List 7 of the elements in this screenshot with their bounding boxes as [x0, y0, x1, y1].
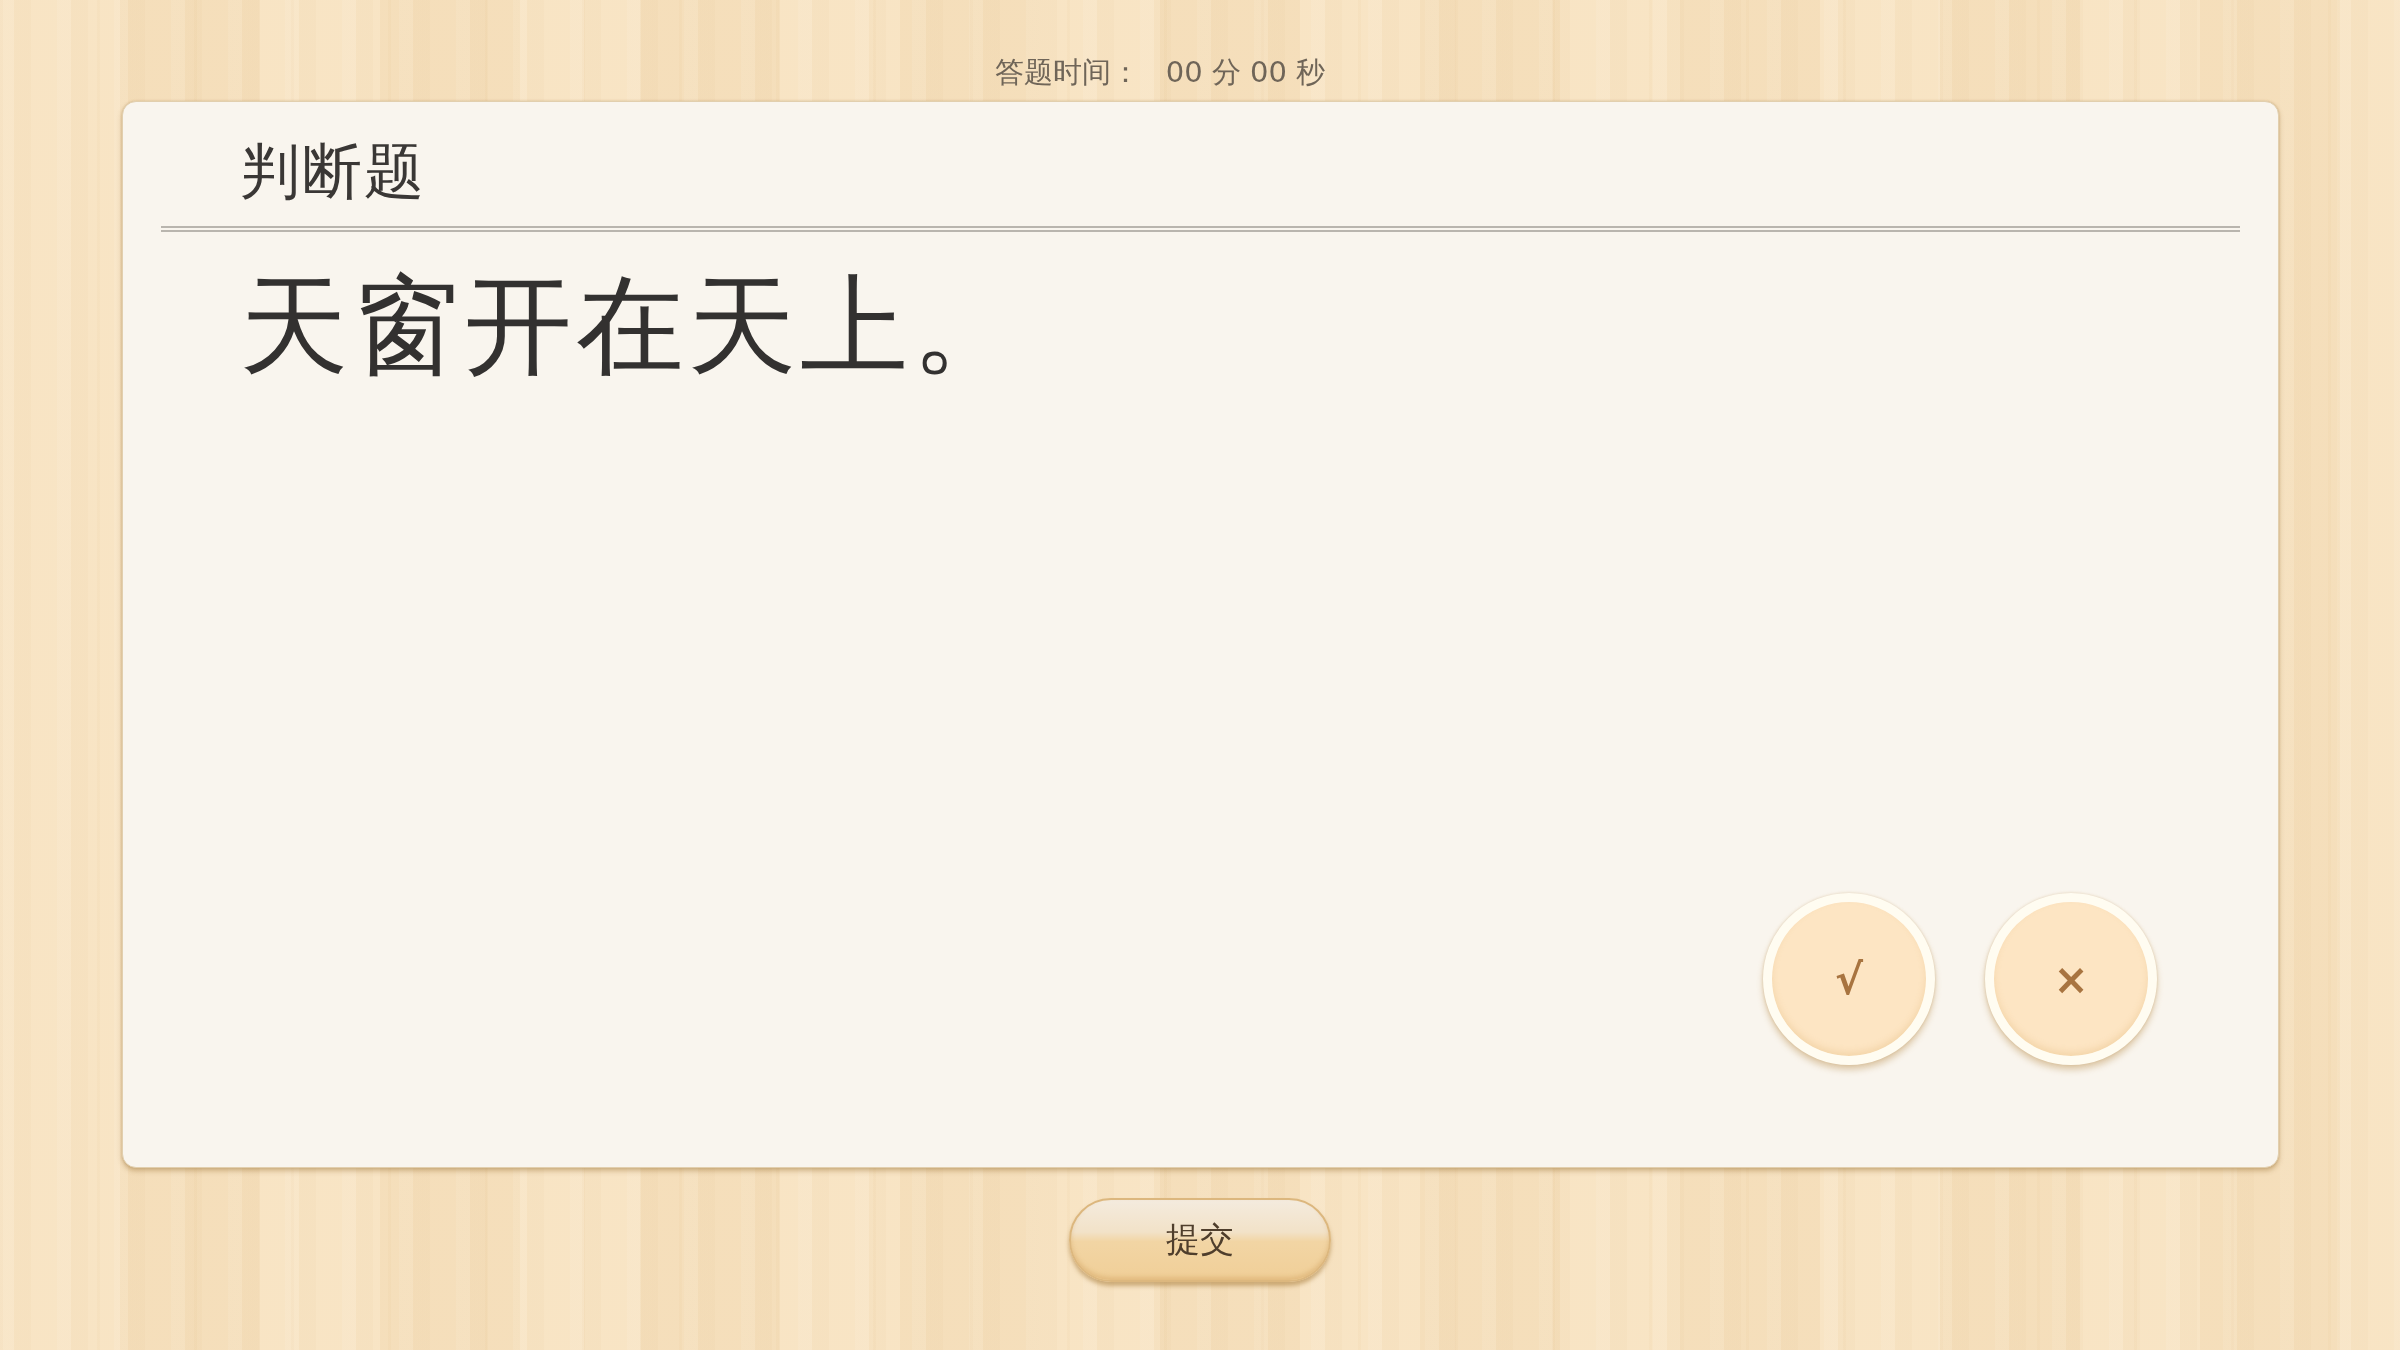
- question-type-title: 判断题: [240, 135, 427, 207]
- timer-value: 00 分 00 秒: [1165, 54, 1326, 90]
- submit-button[interactable]: 提交: [1069, 1198, 1331, 1282]
- false-answer-button[interactable]: ×: [1985, 893, 2157, 1065]
- question-text: 天窗开在天上。: [239, 262, 1025, 390]
- true-answer-button[interactable]: √: [1763, 893, 1935, 1065]
- timer-label: 答题时间：: [994, 54, 1140, 90]
